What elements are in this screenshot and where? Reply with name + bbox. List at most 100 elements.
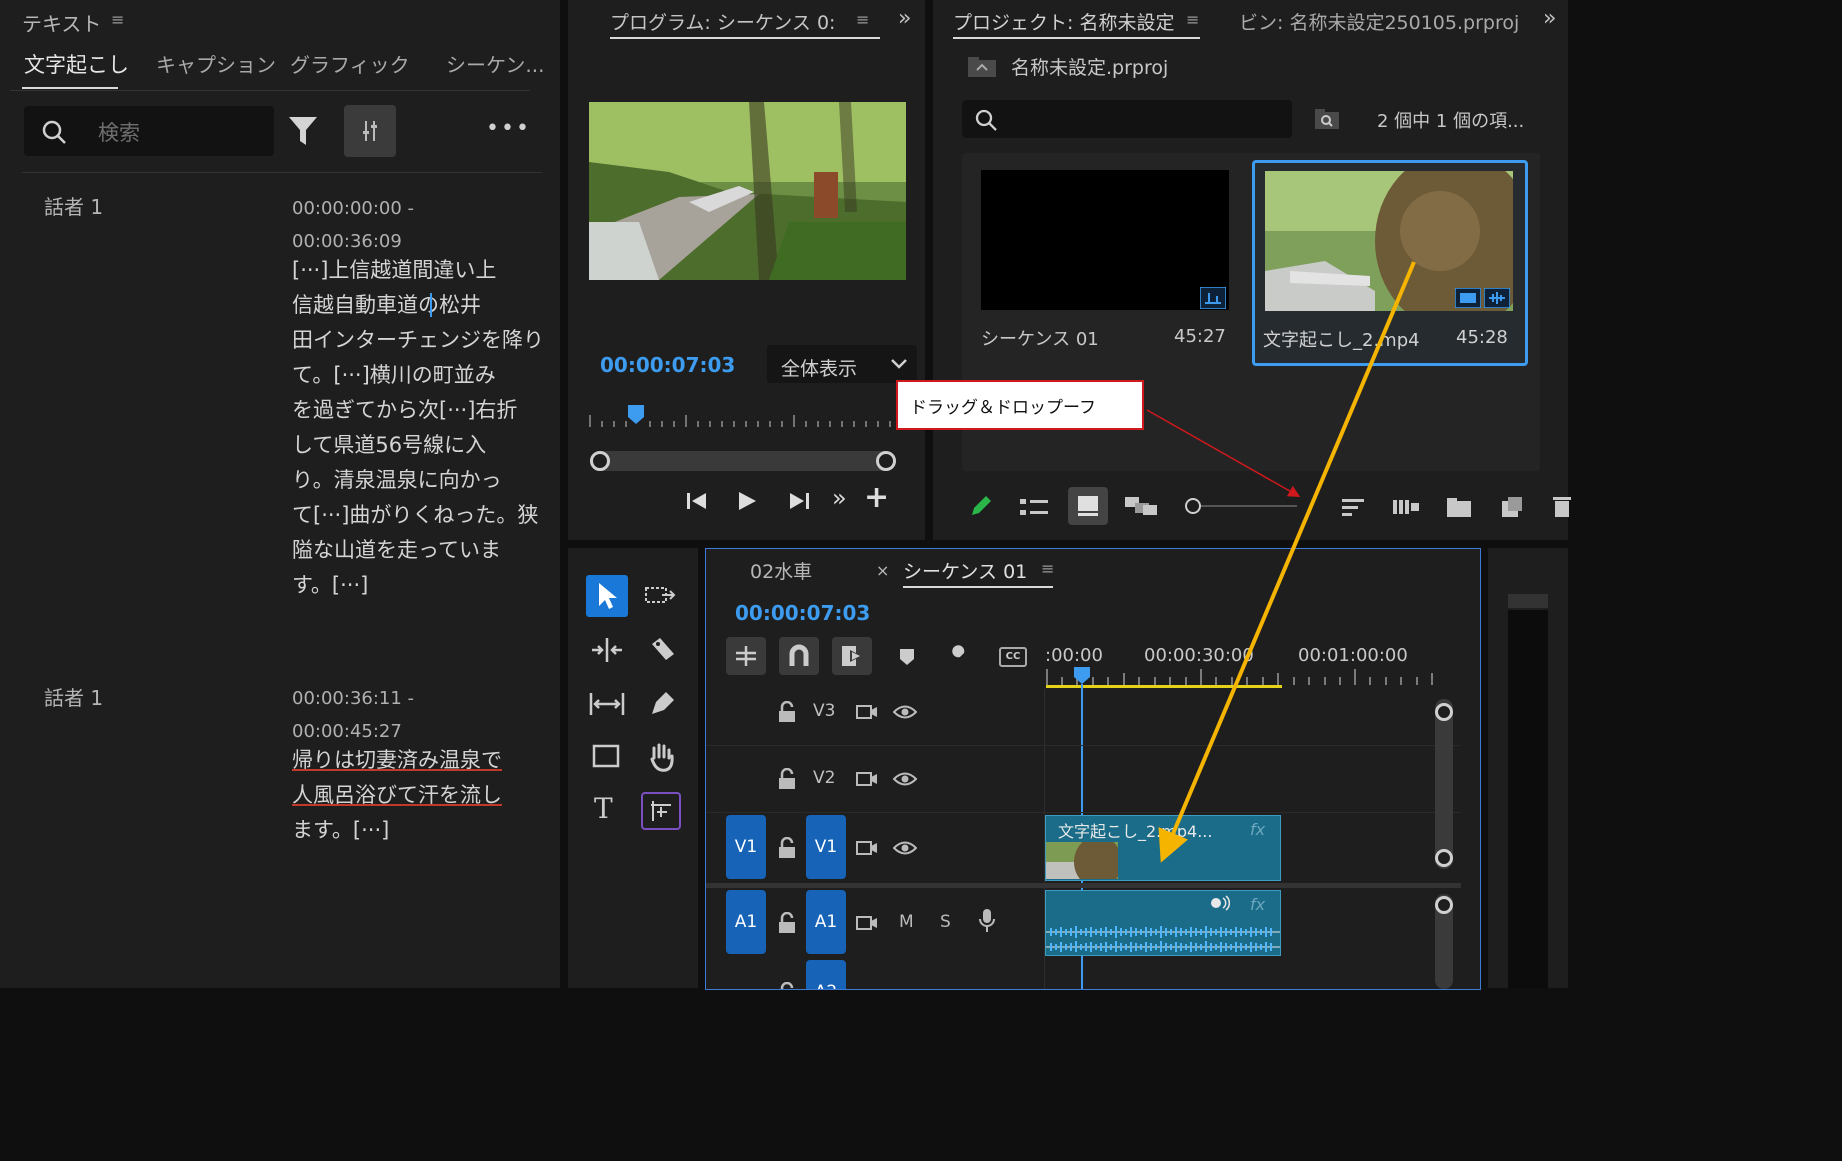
panel-menu-icon[interactable]: ≡: [111, 10, 124, 29]
thumbnail-size-slider[interactable]: [1185, 498, 1297, 514]
search-box[interactable]: 検索: [24, 106, 274, 156]
track-label-v3[interactable]: V3: [813, 701, 835, 721]
find-in-bin-icon[interactable]: [1314, 108, 1340, 130]
transcript-line[interactable]: を過ぎてから次[···]右折: [292, 393, 544, 428]
step-back-icon[interactable]: [686, 491, 708, 511]
new-bin-icon[interactable]: [1447, 497, 1471, 517]
zoom-dropdown[interactable]: 全体表示: [767, 345, 917, 383]
bin-item-clip[interactable]: 文字起こし_2.mp4 45:28: [1252, 160, 1528, 366]
new-item-icon[interactable]: [1502, 497, 1522, 517]
transcript-line[interactable]: 帰りは切妻済み温泉で: [292, 743, 502, 778]
panel-overflow-icon[interactable]: »: [1543, 6, 1556, 31]
add-marker-icon[interactable]: [899, 648, 915, 666]
scroll-handle-bottom[interactable]: [1435, 849, 1453, 867]
tab-graphics[interactable]: グラフィック: [290, 49, 410, 78]
automate-to-sequence-icon[interactable]: [1393, 497, 1419, 517]
track-target-a2[interactable]: A2: [806, 960, 846, 989]
source-patch-a1[interactable]: A1: [726, 890, 766, 954]
timeline-tab-sequence[interactable]: シーケンス 01: [903, 557, 1027, 584]
nest-toggle-button[interactable]: [726, 637, 766, 675]
panel-overflow-icon[interactable]: »: [898, 6, 911, 31]
slip-icon[interactable]: [588, 690, 626, 718]
more-options-icon[interactable]: •••: [486, 116, 531, 141]
close-tab-icon[interactable]: ×: [876, 561, 889, 580]
speaker-label[interactable]: 話者 1: [44, 682, 103, 711]
zoom-scrollbar[interactable]: [590, 451, 896, 471]
transcript-line[interactable]: 人風呂浴びて汗を流し: [292, 778, 502, 813]
transcript-line[interactable]: [···]上信越道間違い上: [292, 253, 544, 288]
snap-button[interactable]: [779, 637, 819, 675]
rectangle-tool-icon[interactable]: [592, 744, 622, 770]
transcript-line[interactable]: す。[···]: [292, 568, 544, 603]
filter-icon[interactable]: [288, 115, 318, 147]
transcript-line[interactable]: 隘な山道を走っていま: [292, 533, 544, 568]
program-title[interactable]: プログラム: シーケンス 0:: [610, 8, 835, 35]
fx-badge[interactable]: fx: [1250, 895, 1265, 914]
razor-icon[interactable]: [648, 636, 676, 664]
eye-icon[interactable]: [893, 771, 917, 787]
transcript-line[interactable]: 田インターチェンジを降り: [292, 323, 544, 358]
lock-icon[interactable]: [778, 768, 796, 790]
scroll-handle-top[interactable]: [1435, 703, 1453, 721]
transcript-paragraph[interactable]: [···]上信越道間違い上 信越自動車道の松井 田インターチェンジを降り て。[…: [292, 253, 544, 603]
transcript-line[interactable]: り。清泉温泉に向かっ: [292, 463, 544, 498]
monitor-time-ruler[interactable]: [588, 405, 898, 429]
lock-icon[interactable]: [778, 982, 796, 989]
step-forward-icon[interactable]: [788, 491, 810, 511]
transcript-line[interactable]: して県道56号線に入: [292, 428, 544, 463]
captions-toggle-icon[interactable]: CC: [999, 647, 1027, 667]
timeline-vscroll-video[interactable]: [1435, 699, 1453, 869]
timeline-ruler[interactable]: [1046, 667, 1441, 689]
list-view-icon[interactable]: [1020, 497, 1048, 517]
text-panel-title[interactable]: テキスト: [22, 8, 101, 37]
fx-badge[interactable]: fx: [1250, 820, 1265, 839]
speaker-label[interactable]: 話者 1: [44, 191, 103, 220]
transcript-line[interactable]: ます。[···]: [292, 813, 502, 848]
bin-tab[interactable]: ビン: 名称未設定250105.prproj: [1239, 8, 1519, 35]
tab-sequence[interactable]: シーケン...: [446, 49, 544, 78]
lock-icon[interactable]: [778, 837, 796, 859]
sync-lock-icon[interactable]: [856, 914, 878, 932]
icon-view-button[interactable]: [1068, 487, 1108, 525]
auto-reframe-tool[interactable]: [641, 792, 681, 830]
sync-lock-icon[interactable]: [856, 703, 878, 721]
audio-clip[interactable]: fx: [1045, 890, 1281, 956]
trash-icon[interactable]: [1553, 495, 1571, 517]
panel-menu-icon[interactable]: ≡: [856, 10, 869, 29]
video-frame[interactable]: [589, 102, 906, 280]
project-search-box[interactable]: [962, 100, 1292, 138]
tab-transcript[interactable]: 文字起こし: [24, 49, 129, 79]
more-controls-icon[interactable]: »: [832, 484, 847, 512]
sync-lock-icon[interactable]: [856, 770, 878, 788]
lock-icon[interactable]: [778, 701, 796, 723]
transcript-paragraph[interactable]: 帰りは切妻済み温泉で 人風呂浴びて汗を流し ます。[···]: [292, 743, 502, 848]
sync-lock-icon[interactable]: [856, 839, 878, 857]
track-select-icon[interactable]: [644, 584, 678, 612]
transcript-line[interactable]: て。[···]横川の町並み: [292, 358, 544, 393]
sort-icon[interactable]: [1342, 497, 1364, 517]
transcript-settings-button[interactable]: [344, 105, 396, 157]
play-icon[interactable]: [737, 491, 757, 511]
hand-tool-icon[interactable]: [648, 742, 676, 772]
microphone-icon[interactable]: [978, 908, 996, 934]
slider-knob[interactable]: [1185, 498, 1201, 514]
wrench-icon[interactable]: [946, 645, 972, 671]
folder-up-icon[interactable]: [967, 56, 997, 78]
video-clip[interactable]: 文字起こし_2.mp4... fx: [1045, 815, 1281, 881]
track-label-v2[interactable]: V2: [813, 768, 835, 788]
source-patch-v1[interactable]: V1: [726, 815, 766, 879]
add-button-icon[interactable]: +: [864, 480, 889, 515]
solo-button[interactable]: S: [940, 912, 951, 932]
project-title[interactable]: プロジェクト: 名称未設定: [953, 8, 1185, 35]
panel-menu-icon[interactable]: ≡: [1041, 559, 1054, 578]
freeform-view-icon[interactable]: [1125, 495, 1157, 517]
eye-icon[interactable]: [893, 704, 917, 720]
panel-menu-icon[interactable]: ≡: [1186, 10, 1199, 29]
eye-icon[interactable]: [893, 840, 917, 856]
tab-captions[interactable]: キャプション: [156, 49, 276, 78]
timeline-timecode[interactable]: 00:00:07:03: [735, 601, 870, 625]
type-tool-icon[interactable]: T: [594, 792, 613, 825]
transcript-line[interactable]: 信越自動車道の松井: [292, 288, 544, 323]
scroll-handle-left[interactable]: [590, 451, 610, 471]
mute-button[interactable]: M: [899, 912, 914, 932]
